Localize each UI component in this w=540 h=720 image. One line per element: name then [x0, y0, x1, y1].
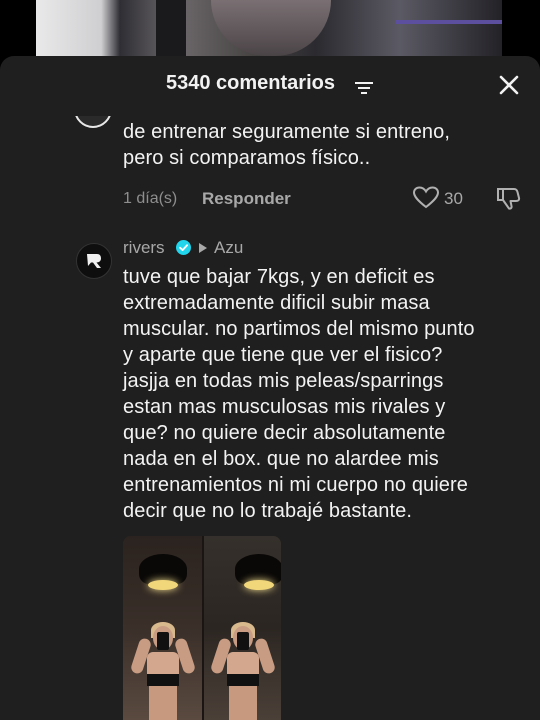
avatar[interactable]	[74, 116, 112, 128]
video-frame[interactable]	[36, 0, 502, 56]
comment-meta: 1 día(s) Responder 30	[123, 185, 523, 211]
close-icon[interactable]	[494, 70, 524, 100]
comment-author-row: rivers Azu	[123, 238, 423, 260]
verified-badge-icon	[176, 240, 191, 255]
username[interactable]: rivers	[123, 238, 165, 258]
reply-arrow-icon	[199, 243, 207, 253]
reply-button[interactable]: Responder	[202, 189, 291, 209]
sort-filter-icon[interactable]	[355, 81, 373, 95]
comment-text: tuve que bajar 7kgs, y en deficit es ext…	[123, 266, 475, 522]
avatar[interactable]	[76, 243, 112, 279]
comment-text: de entrenar seguramente si entreno, pero…	[123, 121, 451, 169]
video-preview[interactable]	[0, 0, 540, 56]
comment-timestamp: 1 día(s)	[123, 190, 178, 207]
logo-icon	[87, 254, 101, 268]
comment-photo[interactable]	[123, 536, 281, 720]
like-count: 30	[444, 189, 463, 208]
comments-sheet: 5340 comentarios de entrenar seguramente…	[0, 56, 540, 720]
reply-to-username[interactable]: Azu	[214, 238, 243, 258]
dislike-icon[interactable]	[495, 185, 521, 211]
comments-count-title: 5340 comentarios	[166, 72, 335, 94]
heart-icon[interactable]	[413, 186, 439, 210]
comments-header: 5340 comentarios	[0, 56, 540, 112]
